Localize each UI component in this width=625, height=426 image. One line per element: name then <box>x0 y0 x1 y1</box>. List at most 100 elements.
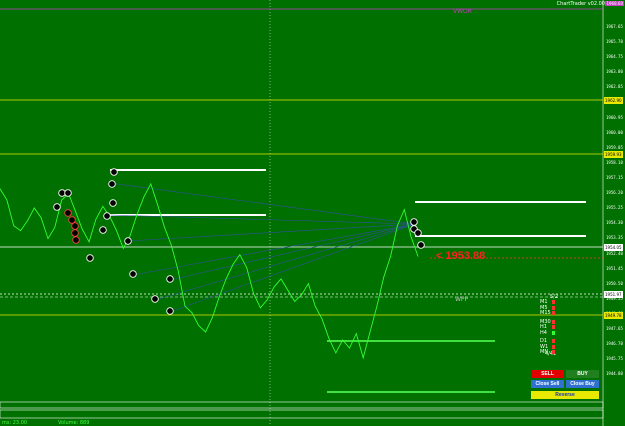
price-point <box>184 305 186 307</box>
price-point <box>47 238 49 240</box>
price-point <box>328 338 330 339</box>
price-level-tag: 1951.97 <box>604 291 623 298</box>
price-point <box>218 296 220 297</box>
timeframe-signal-bar <box>552 311 555 315</box>
wave-marker <box>53 203 61 211</box>
price-point <box>157 204 159 206</box>
price-axis-label: 1954.30 <box>606 220 623 226</box>
price-point <box>260 307 261 309</box>
price-point <box>40 217 42 219</box>
price-point <box>308 283 309 285</box>
wave-marker <box>166 275 174 283</box>
price-point <box>27 220 28 222</box>
price-point <box>170 244 172 246</box>
buy-button[interactable]: BUY <box>566 370 599 378</box>
price-point <box>376 305 378 307</box>
timeframe-signal-bar <box>552 319 555 324</box>
price-axis-label: 1953.35 <box>606 235 623 241</box>
price-axis-label: 1960.00 <box>606 129 623 135</box>
wave-marker <box>71 229 79 237</box>
price-point <box>294 301 296 302</box>
price-point <box>116 230 117 232</box>
price-point <box>61 199 63 201</box>
trend-fan-lines <box>109 182 416 313</box>
price-point <box>225 278 227 280</box>
current-price-value: 1953.88 <box>445 250 486 262</box>
price-point <box>198 325 200 326</box>
vwor-label: VWOR <box>453 8 472 15</box>
brand-label: ChartTrader v02.00 <box>556 1 605 7</box>
price-axis-label: 1957.15 <box>606 175 623 180</box>
fan-line <box>132 223 416 276</box>
wave-marker <box>109 199 117 207</box>
price-arrow-icon: < <box>436 250 443 262</box>
top-price-tag: 1968.60 <box>605 1 624 6</box>
current-price-label: < 1953.88 <box>436 250 485 262</box>
close-buy-button[interactable]: Close Buy <box>566 380 599 388</box>
price-level-tag: 1962.90 <box>604 97 623 104</box>
price-point <box>321 318 323 320</box>
wave-marker <box>86 254 94 262</box>
wave-marker <box>64 189 72 197</box>
price-point <box>136 214 138 215</box>
price-point <box>13 225 15 227</box>
fan-line <box>127 223 416 242</box>
chart-window[interactable]: ChartTrader v02.00 1968.60 VWOR 1967.65 1… <box>0 0 625 426</box>
timeframe-signal-bar <box>552 344 555 349</box>
price-point <box>212 317 213 318</box>
timeframe-signal-bar <box>552 339 555 343</box>
fan-line <box>169 223 416 281</box>
price-level-tag: 1954.05 <box>604 244 623 251</box>
wave-marker <box>124 237 132 245</box>
wave-marker <box>108 180 116 188</box>
indicator-pane-border <box>0 409 604 419</box>
wave-marker <box>151 295 159 303</box>
status-ms: ms: 23.00 <box>2 420 28 426</box>
price-point <box>417 255 419 257</box>
wave-marker <box>72 236 80 244</box>
price-axis-label: 1947.65 <box>606 326 623 331</box>
price-axis-label: 1956.20 <box>606 190 623 196</box>
price-axis-label: 1960.95 <box>606 114 623 120</box>
price-chart[interactable] <box>0 0 625 426</box>
price-axis-label: 1964.75 <box>606 54 623 60</box>
price-point <box>232 264 234 265</box>
price-point <box>150 183 152 185</box>
price-point <box>122 247 124 249</box>
price-point <box>342 339 343 341</box>
wave-marker <box>99 226 107 234</box>
price-point <box>129 235 131 236</box>
sell-button[interactable]: SELL <box>531 370 564 378</box>
timeframe-signal-bar <box>552 305 555 310</box>
price-point <box>88 241 90 243</box>
price-point <box>390 255 391 257</box>
price-point <box>246 267 248 268</box>
price-point <box>33 207 35 209</box>
price-axis-label: 1946.70 <box>606 341 623 347</box>
price-axis-label: 1952.40 <box>606 250 623 256</box>
price-point <box>75 210 76 212</box>
timeframe-signal-bar <box>552 330 555 335</box>
price-point <box>253 293 254 294</box>
price-point <box>20 230 21 232</box>
timeframe-signal-bar <box>552 325 555 329</box>
price-axis-label: 1950.50 <box>606 280 623 286</box>
price-level-tag: 1959.93 <box>604 151 623 158</box>
price-axis-label: 1959.05 <box>606 144 623 150</box>
price-point <box>287 289 289 291</box>
price-point <box>164 226 165 228</box>
timeframe-label: MN <box>540 349 549 355</box>
reverse-button[interactable]: Reverse <box>531 391 599 399</box>
wave-marker <box>410 218 418 226</box>
price-point <box>191 312 193 314</box>
price-axis-label: 1944.80 <box>606 371 623 377</box>
wave-marker <box>417 241 425 249</box>
wave-marker <box>166 307 174 315</box>
price-point <box>54 226 56 228</box>
price-point <box>301 294 302 296</box>
wave-marker <box>68 216 76 224</box>
price-point <box>6 199 8 201</box>
price-point <box>143 196 145 198</box>
price-point <box>369 331 371 333</box>
close-sell-button[interactable]: Close Sell <box>531 380 564 388</box>
